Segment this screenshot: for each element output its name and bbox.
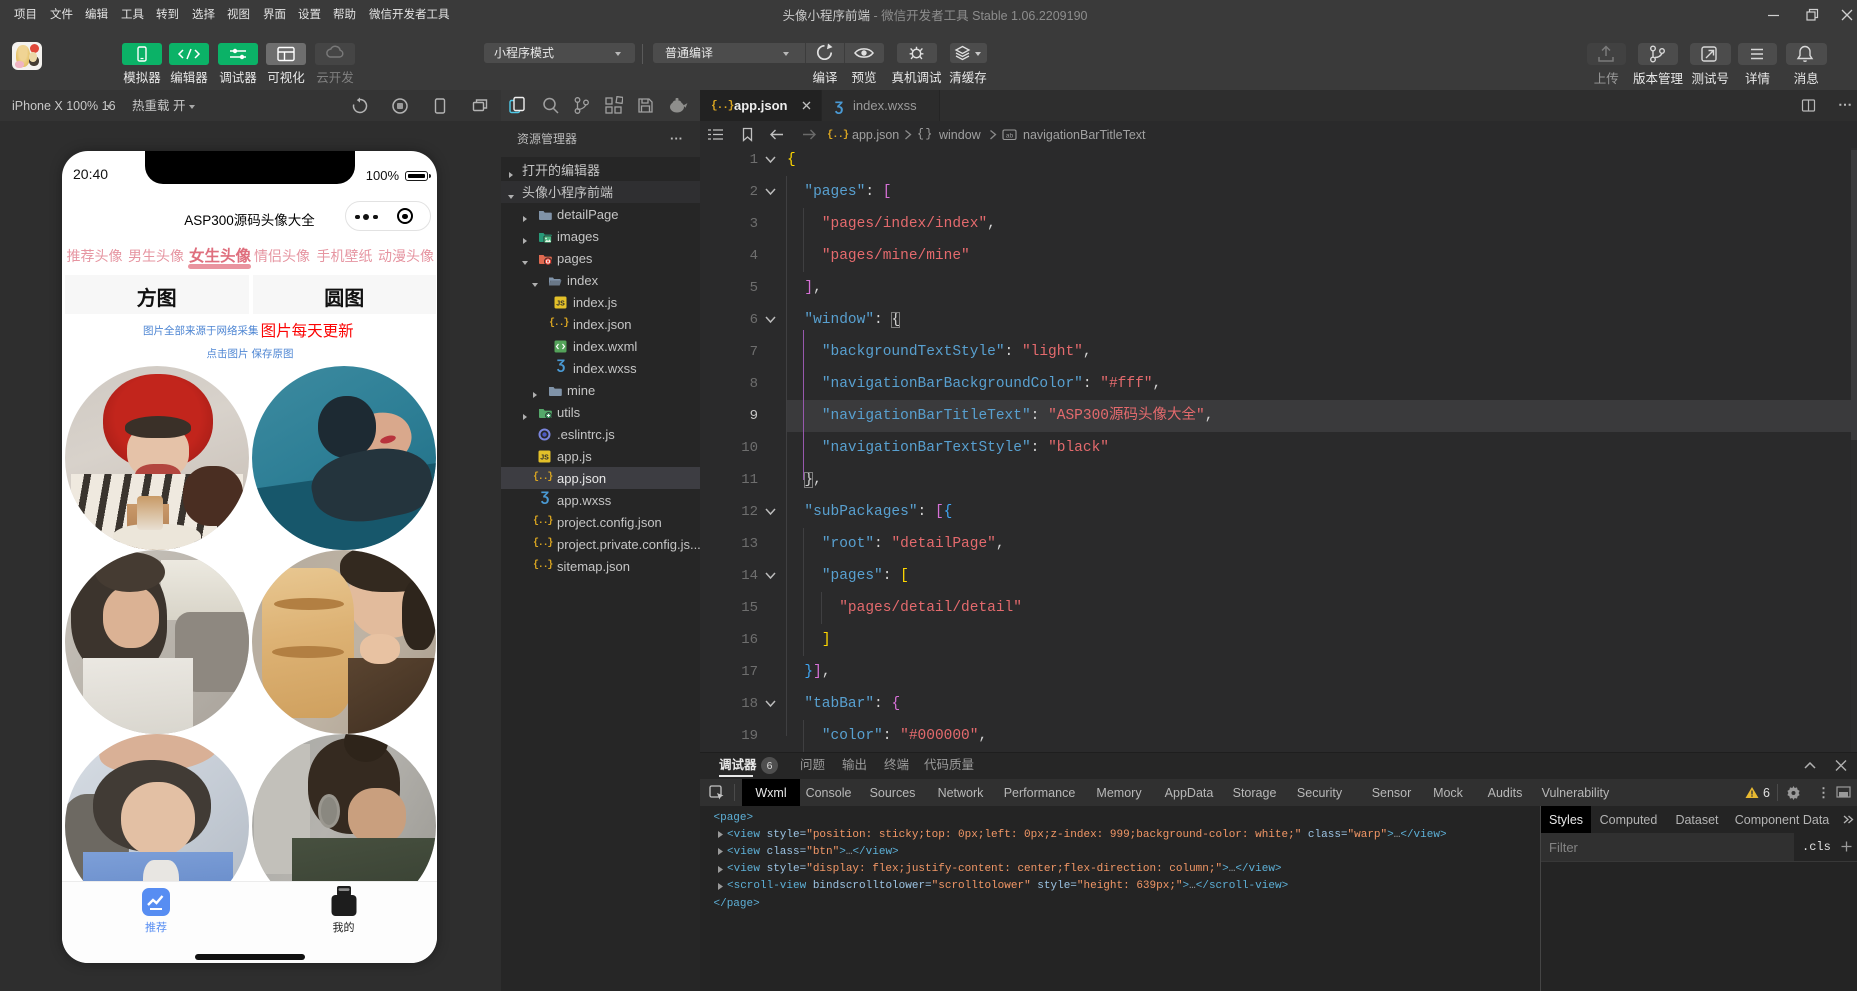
- svg-text:JS: JS: [540, 454, 549, 461]
- svg-text:JS: JS: [556, 300, 565, 307]
- svg-text:ab: ab: [1006, 133, 1014, 140]
